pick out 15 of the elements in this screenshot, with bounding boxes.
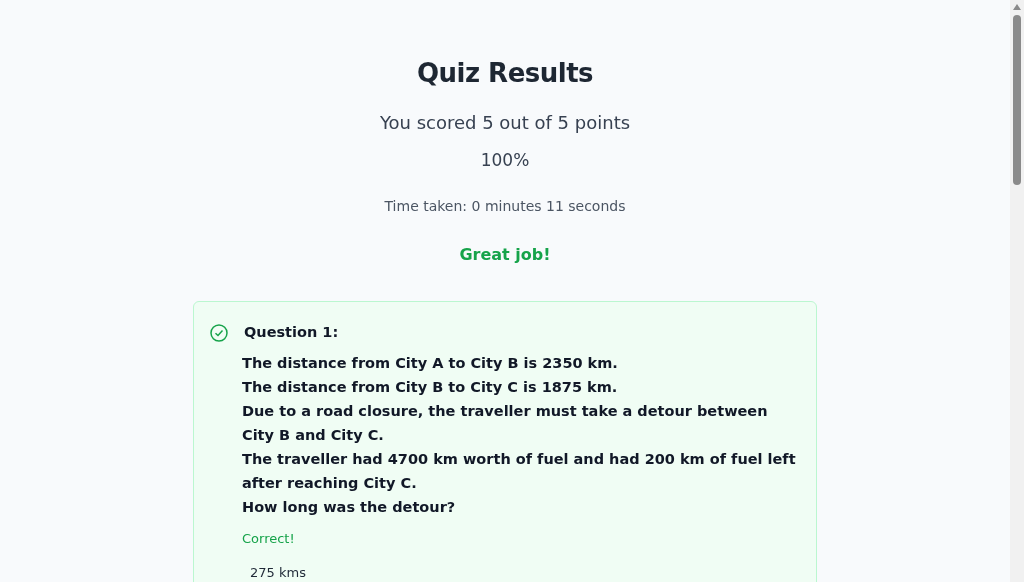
check-circle-icon bbox=[210, 323, 228, 342]
question-text: How long was the detour? bbox=[242, 498, 457, 518]
question-label: Question 1: bbox=[244, 322, 339, 342]
percentage-text: 100% bbox=[479, 149, 531, 173]
question-text: Due to a road closure, the traveller must take a detour between City B and City C. bbox=[242, 402, 769, 446]
time-taken-text: Time taken: 0 minutes 11 seconds bbox=[383, 196, 627, 216]
question-text: The traveller had 4700 km worth of fuel and had 200 km of fuel left after reaching City C. bbox=[242, 450, 797, 494]
question-text: The distance from City A to City B is 2350 km. bbox=[242, 354, 619, 374]
scrollbar[interactable] bbox=[1010, 0, 1024, 582]
result-text: Correct! bbox=[242, 530, 296, 549]
page-title: Quiz Results bbox=[415, 58, 595, 90]
score-text: You scored 5 out of 5 points bbox=[378, 111, 632, 136]
question-text: The distance from City B to City C is 1875 km. bbox=[242, 378, 619, 398]
answer-text: 275 kms bbox=[250, 563, 307, 582]
feedback-text: Great job! bbox=[458, 243, 552, 266]
